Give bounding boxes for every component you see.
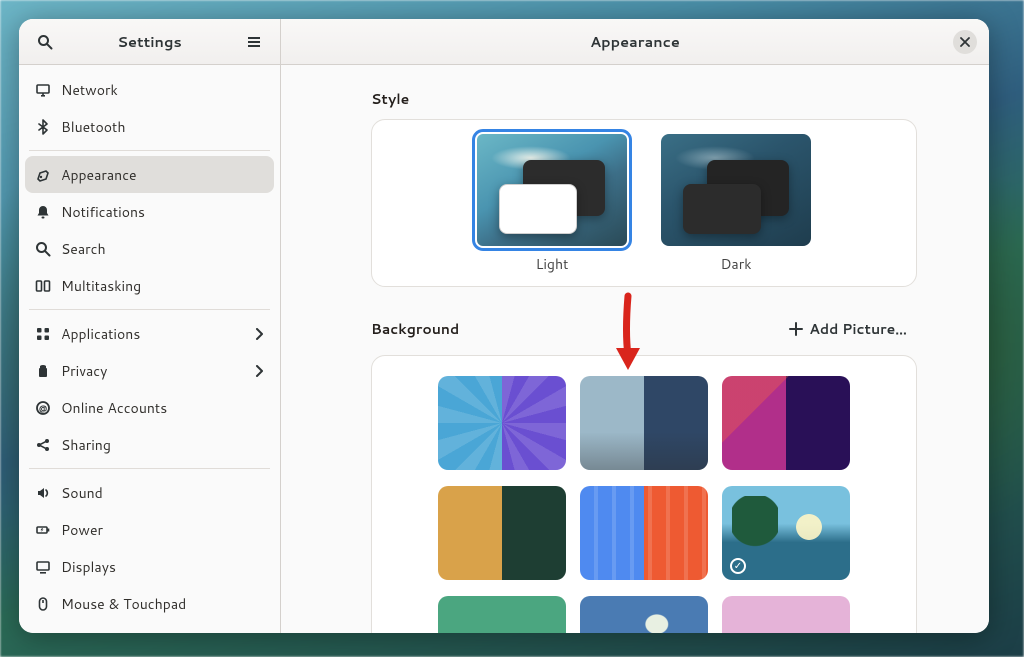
add-picture-button[interactable]: Add Picture…	[779, 313, 917, 345]
sidebar-item-label: Appearance	[61, 165, 264, 185]
sidebar-item-applications[interactable]: Applications	[25, 315, 274, 352]
wallpaper-thumb-3[interactable]	[722, 376, 850, 470]
sidebar-item-label: Applications	[61, 324, 254, 344]
sidebar-item-bluetooth[interactable]: Bluetooth	[25, 108, 274, 145]
search-button[interactable]	[33, 30, 57, 54]
sidebar-list: Network Bluetooth Appearance Notific	[19, 65, 280, 633]
sidebar-header: Settings	[19, 19, 280, 65]
style-option-dark[interactable]: Dark	[656, 134, 816, 274]
wallpaper-thumb-9[interactable]	[722, 596, 850, 633]
settings-window: Settings Network Bluetooth	[19, 19, 989, 633]
sidebar-item-sound[interactable]: Sound	[25, 474, 274, 511]
style-label-dark: Dark	[720, 254, 751, 274]
chevron-right-icon	[254, 365, 264, 377]
search-icon	[35, 241, 61, 257]
sidebar-item-appearance[interactable]: Appearance	[25, 156, 274, 193]
sidebar-item-label: Power	[61, 520, 264, 540]
sidebar-separator	[29, 468, 270, 469]
multitasking-icon	[35, 278, 61, 294]
online-accounts-icon: @	[35, 400, 61, 416]
background-section-label: Background	[371, 319, 459, 339]
sidebar-item-label: Privacy	[61, 361, 254, 381]
style-thumb-dark	[661, 134, 811, 246]
sidebar-item-label: Search	[61, 239, 264, 259]
sidebar-item-label: Network	[61, 80, 264, 100]
wallpaper-grid	[396, 376, 892, 633]
sidebar-item-mouse[interactable]: Mouse & Touchpad	[25, 585, 274, 622]
search-icon	[37, 34, 53, 50]
plus-icon	[789, 322, 803, 336]
displays-icon	[35, 559, 61, 575]
background-card	[371, 355, 917, 633]
applications-icon	[35, 326, 61, 342]
sidebar-title: Settings	[117, 31, 182, 52]
sidebar-item-search[interactable]: Search	[25, 230, 274, 267]
style-row: Light Dark	[392, 134, 896, 274]
sound-icon	[35, 485, 61, 501]
svg-text:@: @	[39, 402, 47, 414]
hamburger-icon	[246, 34, 262, 50]
style-card: Light Dark	[371, 119, 917, 287]
chevron-right-icon	[254, 328, 264, 340]
sidebar-item-online-accounts[interactable]: @ Online Accounts	[25, 389, 274, 426]
style-label-light: Light	[536, 254, 569, 274]
sharing-icon	[35, 437, 61, 453]
power-icon	[35, 522, 61, 538]
sidebar-item-label: Displays	[61, 557, 264, 577]
sidebar-item-network[interactable]: Network	[25, 71, 274, 108]
close-icon	[960, 37, 970, 47]
main-panel: Appearance Style Light	[281, 19, 989, 633]
sidebar-item-sharing[interactable]: Sharing	[25, 426, 274, 463]
wallpaper-thumb-6[interactable]	[722, 486, 850, 580]
wallpaper-thumb-7[interactable]	[438, 596, 566, 633]
sidebar-item-label: Bluetooth	[61, 117, 264, 137]
style-thumb-light	[477, 134, 627, 246]
network-icon	[35, 82, 61, 98]
wallpaper-thumb-8[interactable]	[580, 596, 708, 633]
selected-indicator-icon	[730, 558, 746, 574]
sidebar-separator	[29, 309, 270, 310]
sidebar-item-privacy[interactable]: Privacy	[25, 352, 274, 389]
sidebar-item-label: Sharing	[61, 435, 264, 455]
appearance-icon	[35, 167, 61, 183]
wallpaper-thumb-4[interactable]	[438, 486, 566, 580]
close-button[interactable]	[953, 30, 977, 54]
sidebar-item-power[interactable]: Power	[25, 511, 274, 548]
mouse-icon	[35, 596, 61, 612]
sidebar: Settings Network Bluetooth	[19, 19, 281, 633]
wallpaper-thumb-2[interactable]	[580, 376, 708, 470]
sidebar-item-notifications[interactable]: Notifications	[25, 193, 274, 230]
sidebar-item-label: Multitasking	[61, 276, 264, 296]
sidebar-item-label: Mouse & Touchpad	[61, 594, 264, 614]
wallpaper-thumb-5[interactable]	[580, 486, 708, 580]
sidebar-item-displays[interactable]: Displays	[25, 548, 274, 585]
privacy-icon	[35, 363, 61, 379]
main-header: Appearance	[281, 19, 989, 65]
content-scroll[interactable]: Style Light Dark	[281, 65, 989, 633]
style-option-light[interactable]: Light	[472, 134, 632, 274]
sidebar-item-label: Online Accounts	[61, 398, 264, 418]
sidebar-separator	[29, 150, 270, 151]
wallpaper-thumb-1[interactable]	[438, 376, 566, 470]
sidebar-item-multitasking[interactable]: Multitasking	[25, 267, 274, 304]
bell-icon	[35, 204, 61, 220]
panel-title: Appearance	[590, 31, 680, 52]
sidebar-item-label: Sound	[61, 483, 264, 503]
menu-button[interactable]	[242, 30, 266, 54]
sidebar-item-label: Notifications	[61, 202, 264, 222]
add-picture-label: Add Picture…	[809, 319, 907, 339]
style-section-label: Style	[371, 89, 917, 109]
bluetooth-icon	[35, 119, 61, 135]
